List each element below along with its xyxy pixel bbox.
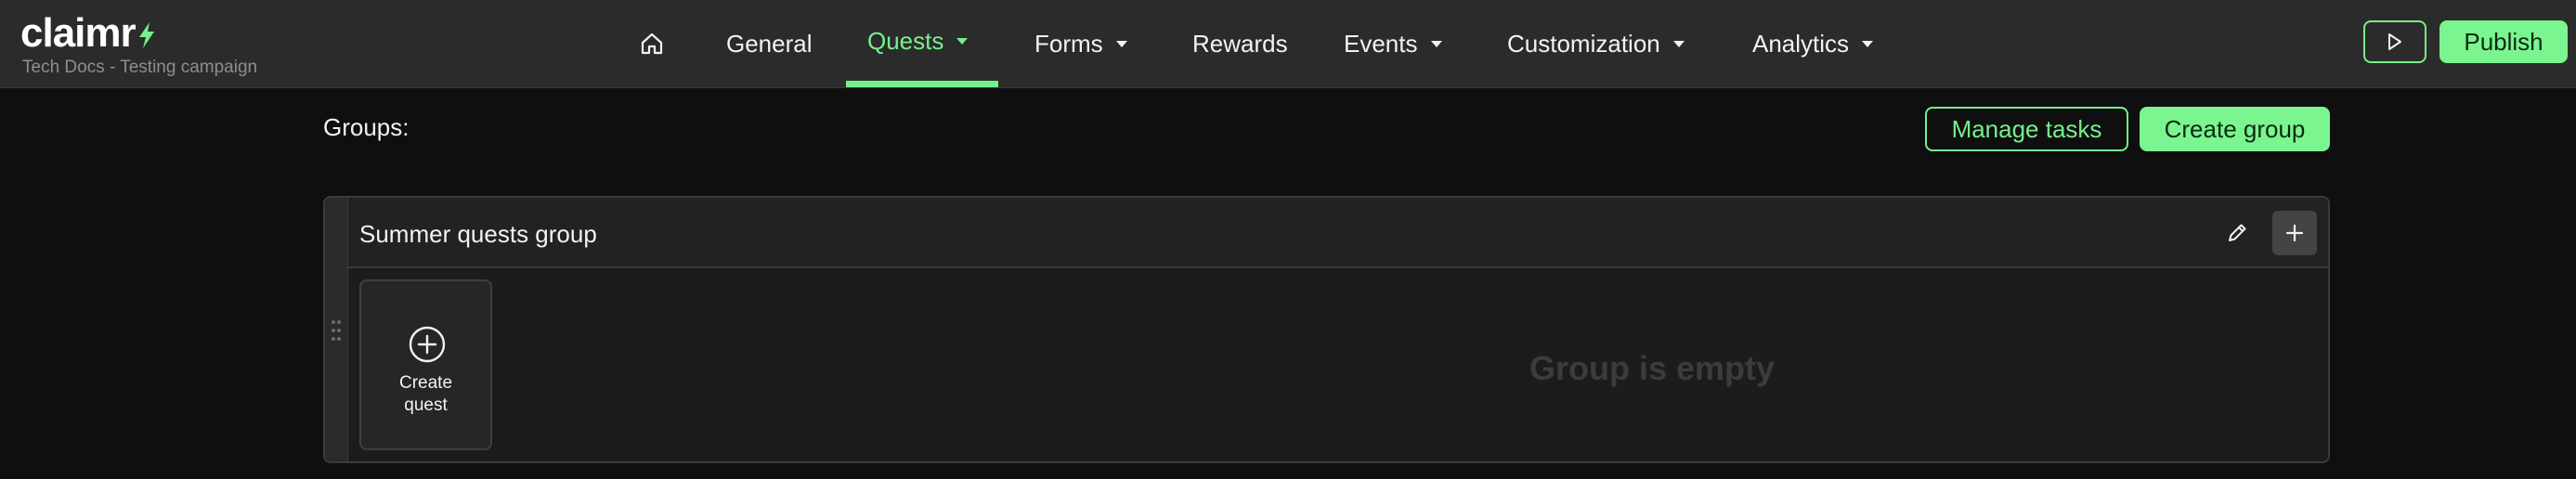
- publish-button[interactable]: Publish: [2439, 20, 2568, 63]
- home-icon: [641, 32, 663, 55]
- nav-events-label: Events: [1344, 29, 1418, 58]
- nav-home[interactable]: [639, 0, 665, 87]
- create-quest-card[interactable]: Create quest: [359, 279, 492, 450]
- edit-group-button[interactable]: [2220, 216, 2254, 250]
- nav-forms[interactable]: Forms: [1034, 0, 1127, 87]
- bolt-icon: [138, 22, 154, 48]
- group-header: Summer quests group: [348, 198, 2328, 268]
- group-drag-strip[interactable]: [325, 198, 348, 461]
- nav-analytics[interactable]: Analytics: [1752, 0, 1874, 87]
- nav-quests-label: Quests: [867, 26, 944, 55]
- nav-rewards-label: Rewards: [1192, 29, 1288, 58]
- create-quest-label: Create quest: [398, 373, 453, 415]
- nav-analytics-label: Analytics: [1752, 29, 1850, 58]
- pencil-icon: [2229, 224, 2246, 241]
- groups-heading: Groups:: [323, 113, 410, 141]
- create-group-button[interactable]: Create group: [2140, 107, 2330, 151]
- quest-group-card: Summer quests group Create quest Group i…: [323, 196, 2330, 463]
- preview-button[interactable]: [2363, 20, 2426, 63]
- top-bar: claimr Tech Docs - Testing campaign Gene…: [0, 0, 2576, 88]
- chevron-down-icon: [1115, 40, 1127, 47]
- active-tab-indicator: [846, 81, 998, 87]
- chevron-down-icon: [1862, 40, 1874, 47]
- campaign-subtitle: Tech Docs - Testing campaign: [22, 58, 258, 77]
- nav-forms-label: Forms: [1034, 29, 1103, 58]
- logo-text: claimr: [20, 10, 137, 56]
- add-quest-button[interactable]: [2272, 211, 2317, 255]
- chevron-down-icon: [1430, 40, 1442, 47]
- manage-tasks-button[interactable]: Manage tasks: [1925, 107, 2128, 151]
- nav-general-label: General: [726, 29, 813, 58]
- chevron-down-icon: [956, 37, 969, 45]
- nav-events[interactable]: Events: [1344, 0, 1442, 87]
- plus-icon: [2285, 224, 2304, 242]
- nav-general[interactable]: General: [726, 0, 813, 87]
- nav-customization[interactable]: Customization: [1507, 0, 1685, 87]
- group-title: Summer quests group: [359, 220, 597, 248]
- plus-circle-icon: [409, 326, 446, 363]
- chevron-down-icon: [1672, 40, 1685, 47]
- empty-group-message: Group is empty: [1529, 349, 1776, 387]
- nav-quests[interactable]: Quests: [867, 0, 969, 84]
- drag-handle-icon[interactable]: [331, 318, 342, 343]
- nav-customization-label: Customization: [1507, 29, 1660, 58]
- nav-rewards[interactable]: Rewards: [1192, 0, 1288, 87]
- play-icon: [2388, 33, 2401, 50]
- logo[interactable]: claimr: [20, 13, 157, 54]
